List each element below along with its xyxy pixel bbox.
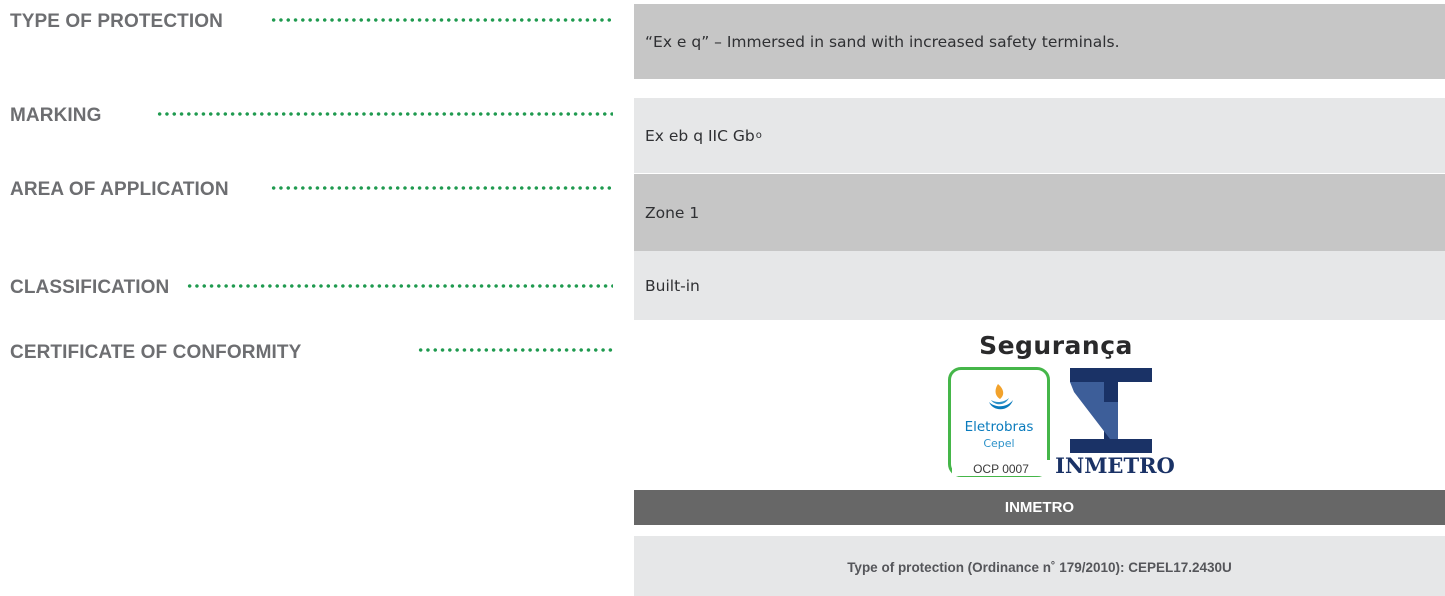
label-area-of-application: AREA OF APPLICATION xyxy=(10,179,229,200)
value-text: “Ex e q” – Immersed in sand with increas… xyxy=(645,32,1120,51)
certificate-detail: Type of protection (Ordinance n˚ 179/201… xyxy=(634,536,1445,596)
dot-leader xyxy=(186,284,613,288)
value-classification: Built-in xyxy=(634,251,1445,320)
eletrobras-subtitle: Cepel xyxy=(983,437,1015,450)
value-text: Built-in xyxy=(645,276,700,295)
label-classification: CLASSIFICATION xyxy=(10,277,170,298)
inmetro-logo-icon xyxy=(1070,368,1152,453)
value-marking: Ex eb q IIC Gb o xyxy=(634,98,1445,173)
ocp-code: OCP 0007 xyxy=(952,460,1050,476)
dot-leader xyxy=(270,18,613,22)
dot-leader xyxy=(417,348,613,352)
label-certificate-of-conformity: CERTIFICATE OF CONFORMITY xyxy=(10,342,302,363)
value-area-of-application: Zone 1 xyxy=(634,174,1445,251)
label-type-of-protection: TYPE OF PROTECTION xyxy=(10,11,223,32)
value-subscript: o xyxy=(755,130,762,141)
value-text: Ex eb q IIC Gb xyxy=(645,126,755,145)
inmetro-logo-text: INMETRO xyxy=(1055,453,1175,478)
value-type-of-protection: “Ex e q” – Immersed in sand with increas… xyxy=(634,4,1445,79)
dot-leader xyxy=(156,112,613,116)
seal-title: Segurança xyxy=(979,331,1133,360)
dot-leader xyxy=(270,186,613,190)
certificate-header: INMETRO xyxy=(634,490,1445,525)
value-text: Zone 1 xyxy=(645,203,700,222)
eletrobras-logo-icon xyxy=(989,384,1013,410)
eletrobras-name: Eletrobras xyxy=(964,419,1034,435)
certification-seal: Segurança Eletrobras Cepel OCP 0007 INME… xyxy=(634,320,1445,490)
label-marking: MARKING xyxy=(10,105,102,126)
